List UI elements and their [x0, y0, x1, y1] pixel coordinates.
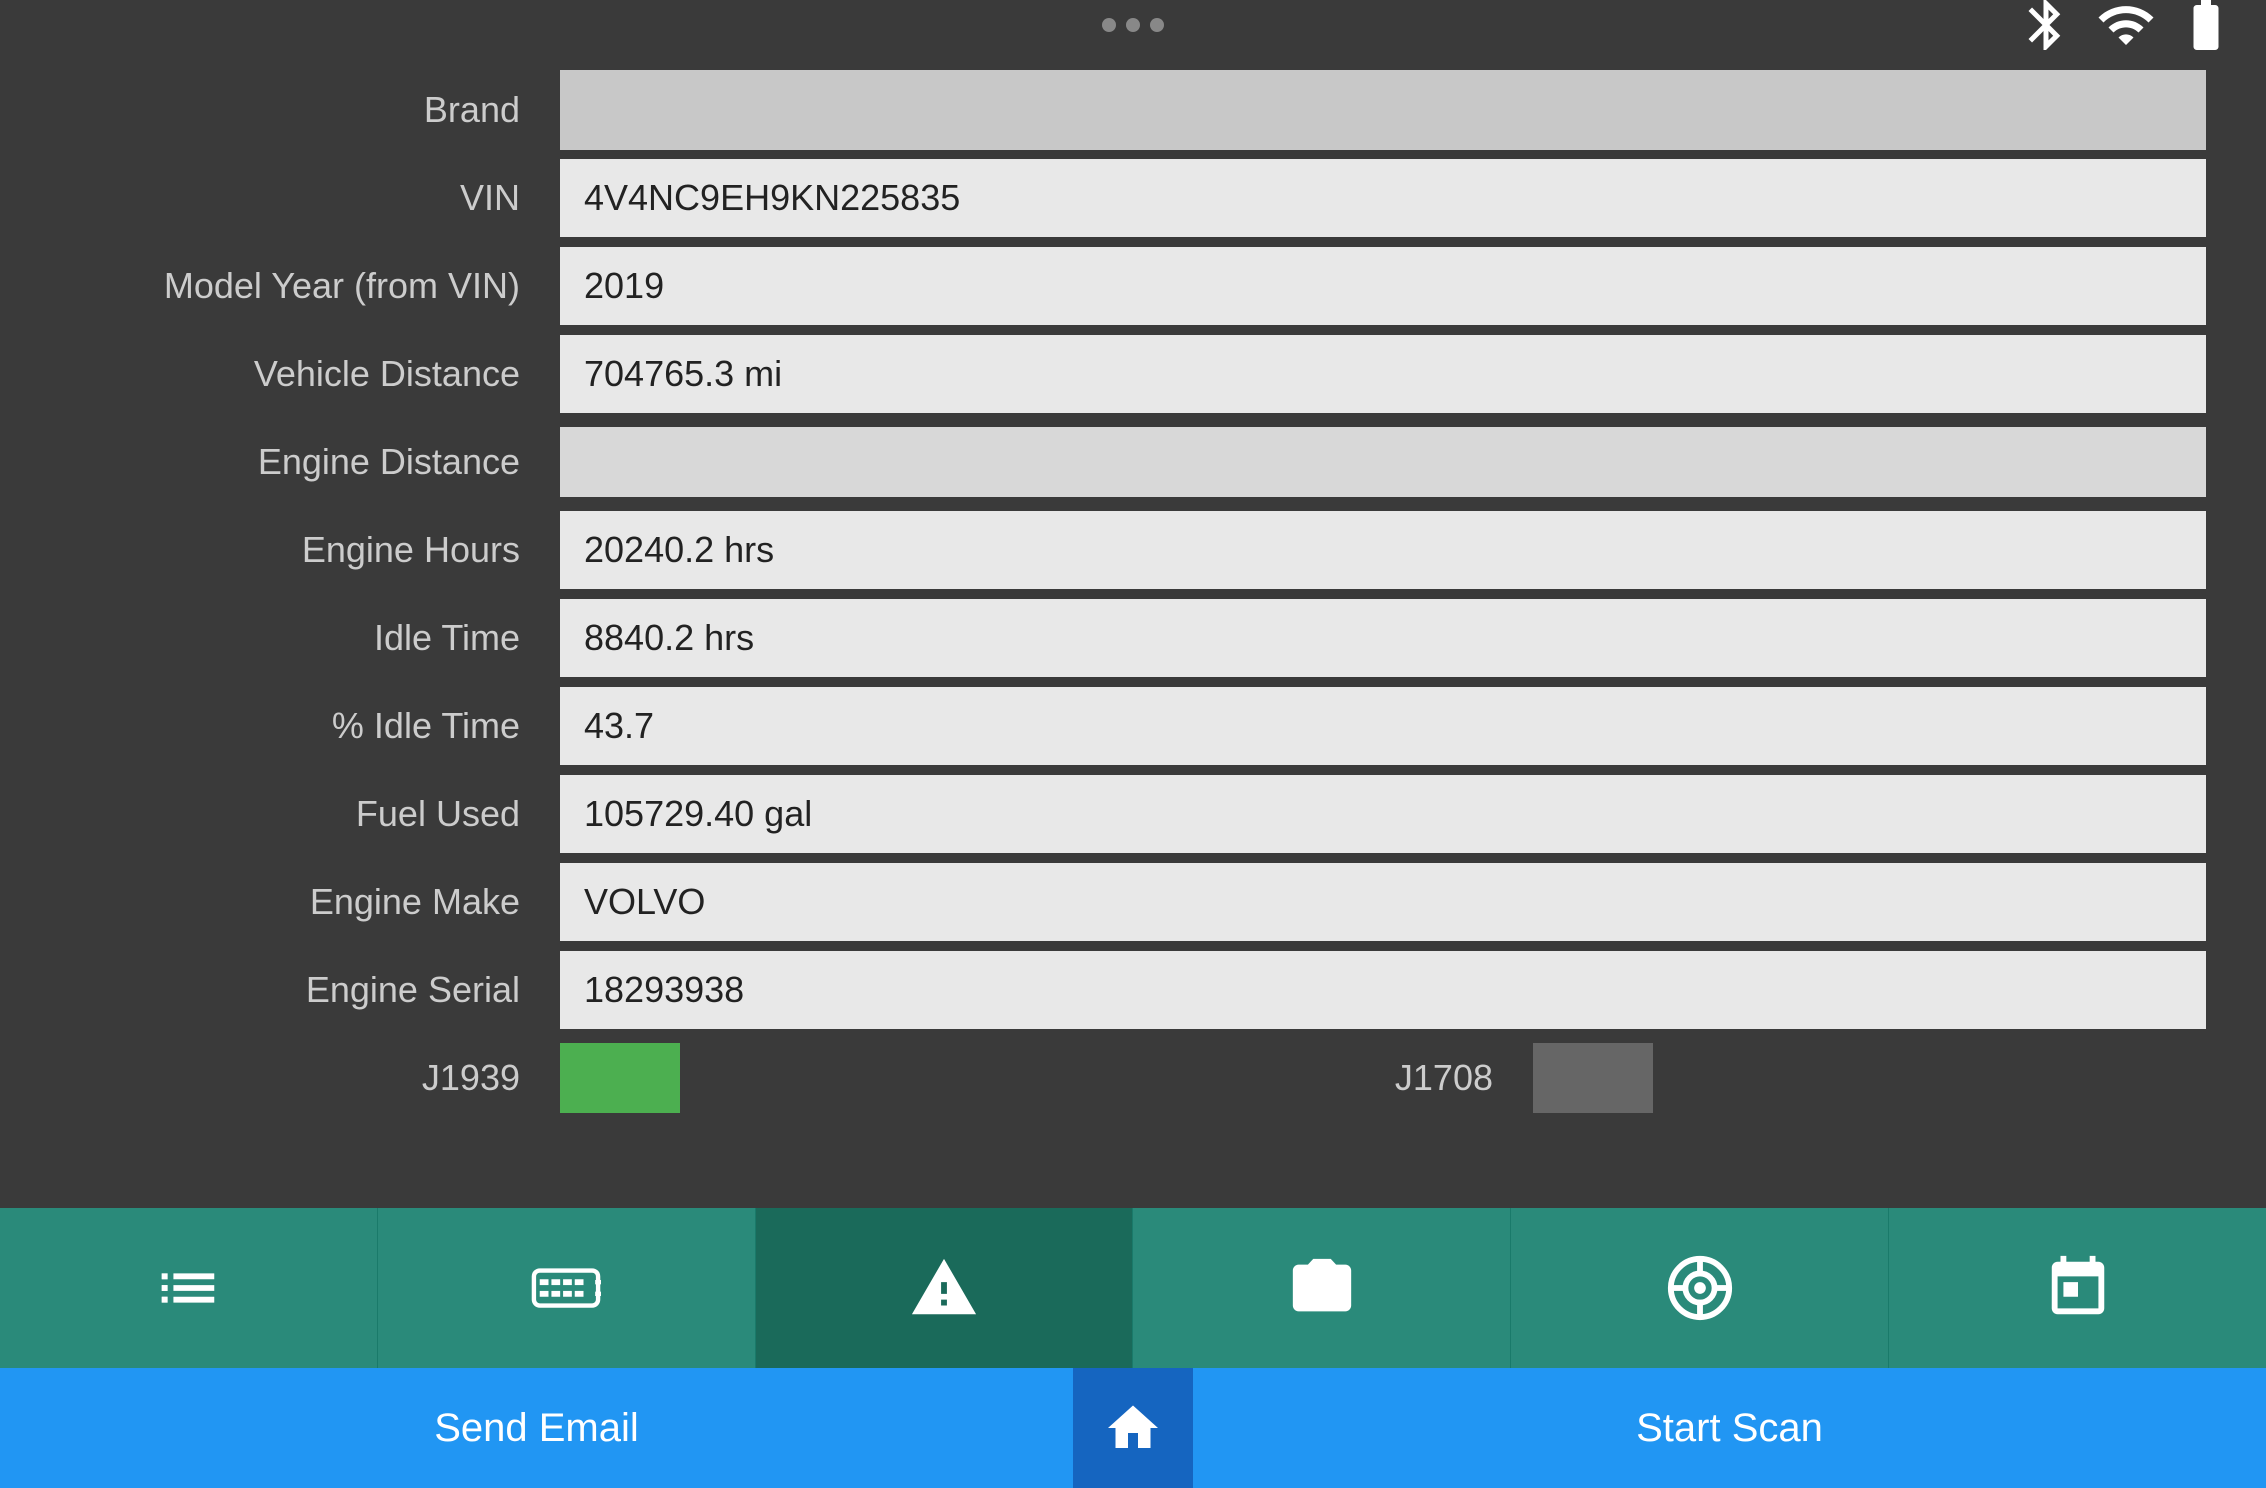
top-bar	[0, 0, 2266, 50]
vehicle-distance-label: Vehicle Distance	[60, 353, 560, 395]
start-scan-button[interactable]: Start Scan	[1193, 1368, 2266, 1488]
model-year-value[interactable]: 2019	[560, 247, 2206, 325]
engine-distance-row: Engine Distance	[60, 422, 2206, 502]
signal-icon	[2096, 0, 2156, 55]
engine-make-label: Engine Make	[60, 881, 560, 923]
nav-item-tire[interactable]	[1511, 1208, 1889, 1368]
content-area: Brand VIN 4V4NC9EH9KN225835 Model Year (…	[0, 50, 2266, 1208]
engine-distance-label: Engine Distance	[60, 441, 560, 483]
vehicle-distance-value[interactable]: 704765.3 mi	[560, 335, 2206, 413]
engine-hours-label: Engine Hours	[60, 529, 560, 571]
idle-time-row: Idle Time 8840.2 hrs	[60, 598, 2206, 678]
nav-item-obd[interactable]	[378, 1208, 756, 1368]
j1939-toggle[interactable]	[560, 1043, 680, 1113]
brand-row: Brand	[60, 70, 2206, 150]
bottom-nav	[0, 1208, 2266, 1368]
engine-serial-row: Engine Serial 18293938	[60, 950, 2206, 1030]
dot-1	[1102, 18, 1116, 32]
fuel-used-value[interactable]: 105729.40 gal	[560, 775, 2206, 853]
j1939-toggle-section	[560, 1043, 1233, 1113]
engine-hours-row: Engine Hours 20240.2 hrs	[60, 510, 2206, 590]
send-email-button[interactable]: Send Email	[0, 1368, 1073, 1488]
percent-idle-time-value[interactable]: 43.7	[560, 687, 2206, 765]
j1708-toggle[interactable]	[1533, 1043, 1653, 1113]
engine-distance-value[interactable]	[560, 427, 2206, 497]
brand-label: Brand	[60, 89, 560, 131]
engine-serial-value[interactable]: 18293938	[560, 951, 2206, 1029]
fuel-used-label: Fuel Used	[60, 793, 560, 835]
idle-time-value[interactable]: 8840.2 hrs	[560, 599, 2206, 677]
checklist-icon	[153, 1253, 223, 1323]
fuel-used-row: Fuel Used 105729.40 gal	[60, 774, 2206, 854]
engine-hours-value[interactable]: 20240.2 hrs	[560, 511, 2206, 589]
home-button[interactable]	[1073, 1368, 1193, 1488]
dot-2	[1126, 18, 1140, 32]
j1939-label: J1939	[60, 1057, 560, 1099]
percent-idle-time-label: % Idle Time	[60, 705, 560, 747]
idle-time-label: Idle Time	[60, 617, 560, 659]
dot-3	[1150, 18, 1164, 32]
vin-row: VIN 4V4NC9EH9KN225835	[60, 158, 2206, 238]
battery-icon	[2176, 0, 2236, 55]
vin-value[interactable]: 4V4NC9EH9KN225835	[560, 159, 2206, 237]
vin-label: VIN	[60, 177, 560, 219]
camera-icon	[1287, 1253, 1357, 1323]
calendar-icon	[2043, 1253, 2113, 1323]
bottom-action-bar: Send Email Start Scan	[0, 1368, 2266, 1488]
engine-make-row: Engine Make VOLVO	[60, 862, 2206, 942]
j1708-label: J1708	[1233, 1057, 1533, 1099]
percent-idle-time-row: % Idle Time 43.7	[60, 686, 2206, 766]
vehicle-distance-row: Vehicle Distance 704765.3 mi	[60, 334, 2206, 414]
home-icon	[1103, 1398, 1163, 1458]
model-year-row: Model Year (from VIN) 2019	[60, 246, 2206, 326]
obd-icon	[531, 1253, 601, 1323]
nav-item-calendar[interactable]	[1889, 1208, 2266, 1368]
model-year-label: Model Year (from VIN)	[60, 265, 560, 307]
nav-item-fault[interactable]	[756, 1208, 1134, 1368]
tire-icon	[1665, 1253, 1735, 1323]
top-icons	[2016, 0, 2236, 55]
top-dots	[1102, 18, 1164, 32]
nav-item-checklist[interactable]	[0, 1208, 378, 1368]
engine-serial-label: Engine Serial	[60, 969, 560, 1011]
j1708-toggle-section	[1533, 1043, 2206, 1113]
protocol-row: J1939 J1708	[60, 1038, 2206, 1118]
bluetooth-icon	[2016, 0, 2076, 55]
engine-make-value[interactable]: VOLVO	[560, 863, 2206, 941]
brand-value[interactable]	[560, 70, 2206, 150]
fault-icon	[909, 1253, 979, 1323]
nav-item-camera[interactable]	[1133, 1208, 1511, 1368]
